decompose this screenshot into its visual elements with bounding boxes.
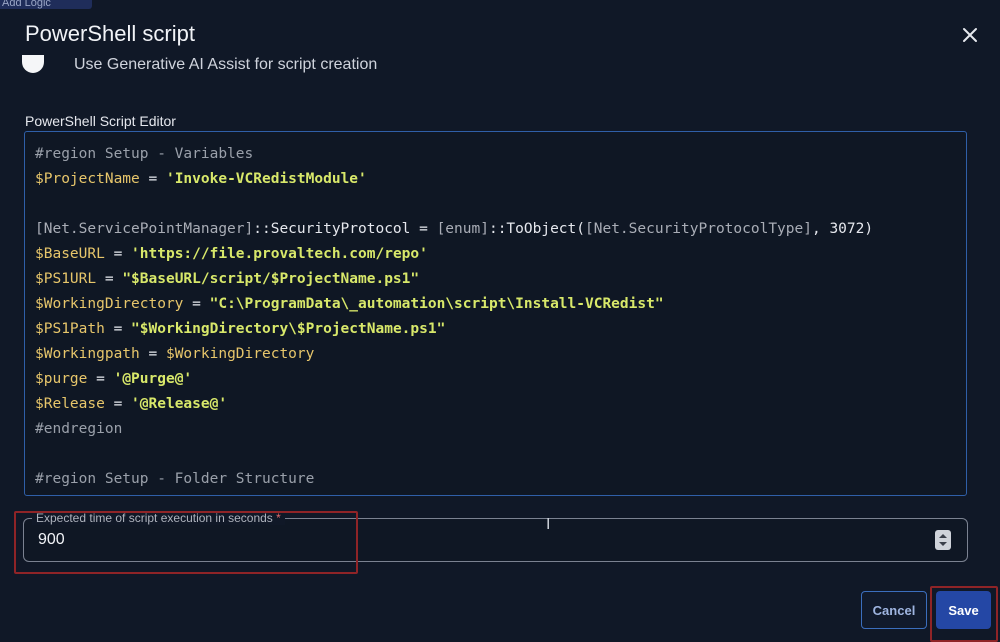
add-logic-label: Add Logic [2,0,51,9]
close-icon [963,28,977,42]
code-line: $Workingpath = $WorkingDirectory [35,346,315,362]
text-cursor-icon: I [546,515,551,533]
required-marker: * [276,511,281,525]
code-line: $purge = '@Purge@' [35,371,193,387]
add-logic-button[interactable]: Add Logic [0,0,92,9]
save-button[interactable]: Save [936,591,991,629]
dialog-title: PowerShell script [25,21,195,46]
code-line: ​ [35,192,873,217]
script-editor[interactable]: #region Setup - Variables $ProjectName = … [24,131,967,496]
script-code: #region Setup - Variables $ProjectName = … [35,142,873,492]
stepper-arrows-icon [939,534,947,546]
execution-time-value: 900 [38,531,65,548]
code-line: #endregion [35,421,123,437]
code-line: $PS1Path = "$WorkingDirectory\$ProjectNa… [35,321,446,337]
code-line: #region Setup - Folder Structure [35,471,315,487]
cancel-button[interactable]: Cancel [861,591,927,629]
code-line: $WorkingDirectory = "C:\ProgramData\_aut… [35,296,664,312]
code-line: $PS1URL = "$BaseURL/script/$ProjectName.… [35,271,420,287]
code-line: $ProjectName = 'Invoke-VCRedistModule' [35,171,367,187]
ai-assist-label: Use Generative AI Assist for script crea… [74,56,378,73]
code-line: $Release = '@Release@' [35,396,228,412]
code-line: ​ [35,442,873,467]
number-stepper[interactable] [935,530,951,550]
code-line: $BaseURL = 'https://file.provaltech.com/… [35,246,428,262]
script-editor-label: PowerShell Script Editor [25,113,176,129]
execution-time-label: Expected time of script execution in sec… [32,511,285,525]
code-line: [Net.ServicePointManager]::SecurityProto… [35,221,874,237]
ai-assist-toggle[interactable] [22,55,44,73]
code-line: #region Setup - Variables [35,146,254,162]
close-button[interactable] [958,23,982,47]
